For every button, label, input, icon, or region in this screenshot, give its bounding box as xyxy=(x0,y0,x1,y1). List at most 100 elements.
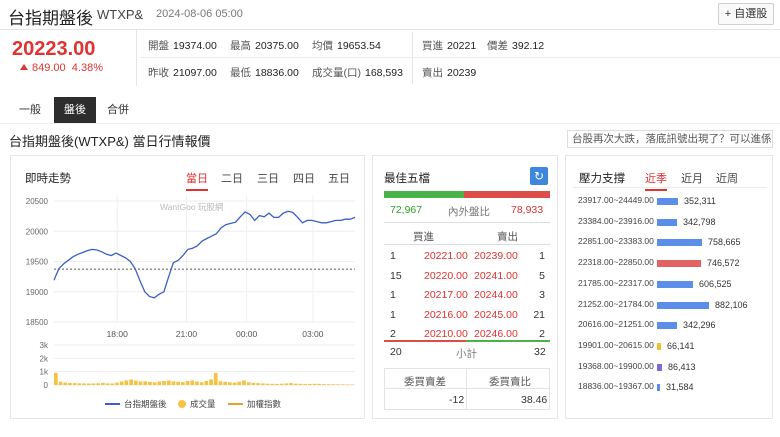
volume-bar xyxy=(68,382,72,385)
ask-qty: 21 xyxy=(533,308,545,321)
pressure-tab-week[interactable]: 近周 xyxy=(716,170,738,186)
volume-bar xyxy=(265,383,270,385)
pressure-value: 882,106 xyxy=(715,299,748,310)
time-tick-label: 18:00 xyxy=(107,329,129,339)
bid-value: 20221 xyxy=(447,40,477,52)
volume-bar xyxy=(143,381,148,385)
volume-bar xyxy=(232,382,237,385)
bid-qty: 1 xyxy=(390,289,396,301)
volume-label: 成交量(口) xyxy=(312,67,361,79)
diff-label: 委買賣差 xyxy=(404,376,446,388)
volume-bar xyxy=(82,383,86,385)
high-value: 20375.00 xyxy=(255,40,299,52)
refresh-icon[interactable]: ↻ xyxy=(530,167,548,185)
ask-price: 20246.00 xyxy=(474,328,518,340)
intraday-chart: 20500 20000 19500 19000 18500 18:00 21:00 00:00… xyxy=(26,195,356,409)
spread-stat: 價差 392.12 xyxy=(487,38,544,53)
ask-header: 賣出 xyxy=(497,231,518,243)
pressure-range-label: 19901.00~20615.00 xyxy=(578,339,654,350)
volume-bar xyxy=(326,384,331,385)
volume-bar xyxy=(350,384,354,385)
pressure-bar xyxy=(657,384,660,392)
volume-bar xyxy=(340,384,345,385)
volume-bar xyxy=(105,383,110,385)
ask-stat: 賣出 20239 xyxy=(422,65,476,80)
news-link[interactable]: 台股再次大跌，落底訊號出現了？可以進係... xyxy=(567,130,773,148)
up-arrow-icon xyxy=(20,64,28,70)
ratio2-label: 委買賣比 xyxy=(489,376,531,388)
volume-bar xyxy=(77,383,82,385)
volume-bar xyxy=(308,383,312,385)
subtotal-label: 小計 xyxy=(456,348,477,360)
volume-bar xyxy=(242,380,246,385)
bid-qty: 1 xyxy=(390,250,396,262)
ask-price: 20239.00 xyxy=(474,250,518,262)
bid-qty: 15 xyxy=(390,269,402,282)
pressure-value: 66,141 xyxy=(667,340,695,351)
range-tab-5d[interactable]: 五日 xyxy=(328,170,350,186)
order-diff-divider xyxy=(466,368,467,410)
bid-qty: 2 xyxy=(390,328,396,340)
time-tick-label: 21:00 xyxy=(176,329,198,339)
outer-volume: 78,933 xyxy=(511,204,544,216)
volume-bar xyxy=(237,381,242,385)
bid-label: 買進 xyxy=(422,40,443,52)
open-label: 開盤 xyxy=(148,40,169,52)
pressure-value: 606,525 xyxy=(699,278,732,289)
range-tab-4d[interactable]: 四日 xyxy=(293,170,315,186)
add-watchlist-button[interactable]: + 自選股 xyxy=(718,3,774,25)
pressure-value: 352,311 xyxy=(684,196,716,206)
range-tab-3d[interactable]: 三日 xyxy=(257,170,279,186)
range-tab-2d[interactable]: 二日 xyxy=(221,170,243,186)
pressure-tab-month[interactable]: 近月 xyxy=(681,170,703,186)
legend-label-volume: 成交量 xyxy=(190,399,216,409)
volume-bar xyxy=(195,381,199,385)
volume-bar xyxy=(213,373,218,385)
volume-bar xyxy=(199,382,204,385)
pressure-bar xyxy=(657,342,661,350)
volume-bar xyxy=(96,383,100,385)
ob-header-bottom xyxy=(384,244,550,245)
low-value: 18836.00 xyxy=(255,67,299,79)
low-label: 最低 xyxy=(230,67,251,79)
volume-bar xyxy=(256,383,260,385)
tab-combined[interactable]: 合併 xyxy=(98,97,138,123)
tab-after-hours[interactable]: 盤後 xyxy=(54,97,96,123)
volume-bar xyxy=(86,383,91,385)
spread-label: 價差 xyxy=(487,40,508,52)
volume-bar xyxy=(289,383,293,385)
volume-bar xyxy=(317,383,322,385)
time-tick-label: 00:00 xyxy=(236,329,258,339)
pressure-bar xyxy=(657,239,702,247)
volume-bar xyxy=(134,380,138,385)
volume-bar xyxy=(162,381,166,385)
bid-price: 20221.00 xyxy=(424,250,468,262)
pressure-bar xyxy=(657,280,693,288)
prev-label: 昨收 xyxy=(148,67,169,79)
symbol-code: WTXP& xyxy=(97,7,144,22)
volume-bar xyxy=(298,383,303,385)
volume-bar xyxy=(72,383,77,385)
volume-bar xyxy=(251,382,256,385)
pressure-range-label: 21252.00~21784.00 xyxy=(578,298,654,309)
timestamp: 2024-08-06 05:00 xyxy=(156,8,243,20)
pressure-value: 342,798 xyxy=(683,216,716,227)
volume-bar xyxy=(63,382,68,385)
bid-price: 20210.00 xyxy=(424,328,468,340)
section-title: 台指期盤後(WTXP&) 當日行情報價 xyxy=(9,134,211,149)
ask-value: 20239 xyxy=(447,67,477,79)
pressure-bar xyxy=(657,301,709,309)
volume-tick-label: 1k xyxy=(40,368,49,377)
tab-general[interactable]: 一般 xyxy=(10,97,50,123)
time-tick-label: 03:00 xyxy=(302,329,324,339)
volume-bar xyxy=(209,379,213,385)
price-series-line xyxy=(53,210,356,299)
prev-value: 21097.00 xyxy=(173,67,217,79)
pressure-value: 31,584 xyxy=(666,382,694,393)
volume-tick-label: 0 xyxy=(44,381,49,390)
volume-bar xyxy=(293,383,298,385)
ask-price: 20241.00 xyxy=(474,269,518,282)
pressure-value: 342,296 xyxy=(683,320,716,331)
pressure-range-label: 21785.00~22317.00 xyxy=(578,277,654,288)
pressure-bar xyxy=(657,322,677,330)
